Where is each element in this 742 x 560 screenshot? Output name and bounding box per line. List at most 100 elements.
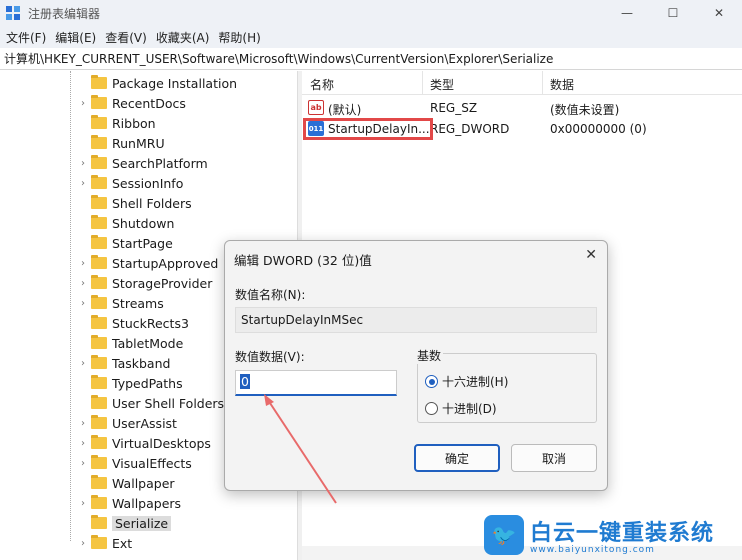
window-title: 注册表编辑器 — [28, 6, 101, 21]
bird-logo-icon: 🐦 — [484, 515, 524, 555]
tree-item[interactable]: › Ext — [78, 533, 132, 553]
column-separator[interactable] — [542, 71, 543, 95]
tree-item[interactable]: Serialize — [78, 513, 172, 533]
tree-item-label: StorageProvider — [112, 275, 213, 291]
minimize-button[interactable]: — — [604, 0, 650, 26]
tree-item[interactable]: User Shell Folders — [78, 393, 224, 413]
tree-item[interactable]: › UserAssist — [78, 413, 177, 433]
folder-icon — [91, 455, 107, 469]
tree-item-label: VirtualDesktops — [112, 435, 211, 451]
chevron-right-icon[interactable]: › — [78, 538, 88, 549]
ok-button[interactable]: 确定 — [414, 444, 500, 472]
tree-item-label: VisualEffects — [112, 455, 192, 471]
chevron-right-icon[interactable]: › — [78, 258, 88, 269]
tree-item[interactable]: Wallpaper — [78, 473, 175, 493]
chevron-right-icon[interactable]: › — [78, 458, 88, 469]
folder-icon — [91, 235, 107, 249]
value-data-input[interactable]: 0 — [235, 370, 397, 396]
chevron-right-icon[interactable]: › — [78, 498, 88, 509]
hex-radio-button[interactable] — [425, 375, 438, 388]
tree-item-label: StartupApproved — [112, 255, 219, 271]
folder-icon — [91, 515, 107, 529]
folder-icon — [91, 255, 107, 269]
close-button[interactable]: ✕ — [696, 0, 742, 26]
menu-bar: 文件(F) 编辑(E) 查看(V) 收藏夹(A) 帮助(H) — [0, 26, 742, 48]
tree-item[interactable]: › RecentDocs — [78, 93, 186, 113]
edit-dword-dialog: 编辑 DWORD (32 位)值 ✕ 数值名称(N): StartupDelay… — [224, 240, 608, 491]
tree-item[interactable]: › StartupApproved — [78, 253, 218, 273]
chevron-right-icon[interactable]: › — [78, 418, 88, 429]
menu-favorites[interactable]: 收藏夹(A) — [154, 29, 217, 46]
maximize-button[interactable]: ☐ — [650, 0, 696, 26]
tree-item[interactable]: › Wallpapers — [78, 493, 181, 513]
folder-icon — [91, 435, 107, 449]
chevron-right-icon[interactable]: › — [78, 98, 88, 109]
tree-item[interactable]: Package Installation — [78, 73, 237, 93]
chevron-right-icon[interactable]: › — [78, 278, 88, 289]
tree-item[interactable]: › VisualEffects — [78, 453, 192, 473]
chevron-right-icon[interactable]: › — [78, 358, 88, 369]
tree-item-label: Wallpaper — [112, 475, 175, 491]
tree-item-label: RunMRU — [112, 135, 165, 151]
tree-item[interactable]: TabletMode — [78, 333, 183, 353]
hex-radio-option[interactable]: 十六进制(H) — [425, 373, 508, 390]
chevron-right-icon[interactable]: › — [78, 158, 88, 169]
tree-item-label: RecentDocs — [112, 95, 186, 111]
value-data-text: 0 — [240, 374, 250, 389]
value-type: REG_SZ — [430, 101, 478, 115]
tree-item-label: StuckRects3 — [112, 315, 189, 331]
chevron-right-icon[interactable]: › — [78, 178, 88, 189]
tree-item[interactable]: › VirtualDesktops — [78, 433, 211, 453]
tree-item-label: Serialize — [112, 515, 172, 531]
tree-item-label: TypedPaths — [112, 375, 183, 391]
tree-item[interactable]: › Streams — [78, 293, 164, 313]
folder-icon — [91, 215, 107, 229]
tree-item[interactable]: Shell Folders — [78, 193, 192, 213]
menu-view[interactable]: 查看(V) — [103, 29, 154, 46]
value-data: 0x00000000 (0) — [550, 122, 647, 136]
tree-item-label: Ribbon — [112, 115, 156, 131]
tree-item-label: StartPage — [112, 235, 173, 251]
dialog-close-button[interactable]: ✕ — [585, 247, 597, 263]
column-header-name[interactable]: 名称 — [310, 76, 334, 93]
decimal-radio-option[interactable]: 十进制(D) — [425, 400, 497, 417]
column-header-data[interactable]: 数据 — [550, 76, 574, 93]
column-header-type[interactable]: 类型 — [430, 76, 454, 93]
menu-file[interactable]: 文件(F) — [4, 29, 53, 46]
folder-icon — [91, 355, 107, 369]
tree-item-label: Streams — [112, 295, 164, 311]
folder-icon — [91, 495, 107, 509]
value-type: REG_DWORD — [430, 122, 510, 136]
menu-help[interactable]: 帮助(H) — [216, 29, 267, 46]
cancel-button[interactable]: 取消 — [511, 444, 597, 472]
regedit-app-icon — [6, 6, 20, 20]
folder-icon — [91, 295, 107, 309]
tree-item[interactable]: Shutdown — [78, 213, 174, 233]
tree-item[interactable]: TypedPaths — [78, 373, 183, 393]
tree-guide-line — [70, 71, 71, 541]
tree-item-label: UserAssist — [112, 415, 177, 431]
folder-icon — [91, 375, 107, 389]
hex-radio-label: 十六进制(H) — [442, 375, 509, 389]
decimal-radio-label: 十进制(D) — [442, 402, 497, 416]
string-value-icon: ab — [308, 100, 324, 115]
tree-item[interactable]: StuckRects3 — [78, 313, 189, 333]
value-row[interactable]: ab (默认) REG_SZ (数值未设置) — [302, 98, 742, 118]
folder-icon — [91, 395, 107, 409]
tree-item[interactable]: RunMRU — [78, 133, 165, 153]
radix-label: 基数 — [415, 347, 444, 364]
tree-item[interactable]: › SessionInfo — [78, 173, 183, 193]
tree-item[interactable]: › Taskband — [78, 353, 170, 373]
tree-item[interactable]: › SearchPlatform — [78, 153, 208, 173]
tree-item[interactable]: StartPage — [78, 233, 173, 253]
chevron-right-icon[interactable]: › — [78, 438, 88, 449]
tree-item[interactable]: › StorageProvider — [78, 273, 212, 293]
address-bar[interactable]: 计算机\HKEY_CURRENT_USER\Software\Microsoft… — [0, 48, 742, 70]
decimal-radio-button[interactable] — [425, 402, 438, 415]
column-separator[interactable] — [422, 71, 423, 95]
chevron-right-icon[interactable]: › — [78, 298, 88, 309]
menu-edit[interactable]: 编辑(E) — [53, 29, 103, 46]
tree-item[interactable]: Ribbon — [78, 113, 156, 133]
tree-item-label: User Shell Folders — [112, 395, 225, 411]
tree-item-label: Taskband — [112, 355, 171, 371]
